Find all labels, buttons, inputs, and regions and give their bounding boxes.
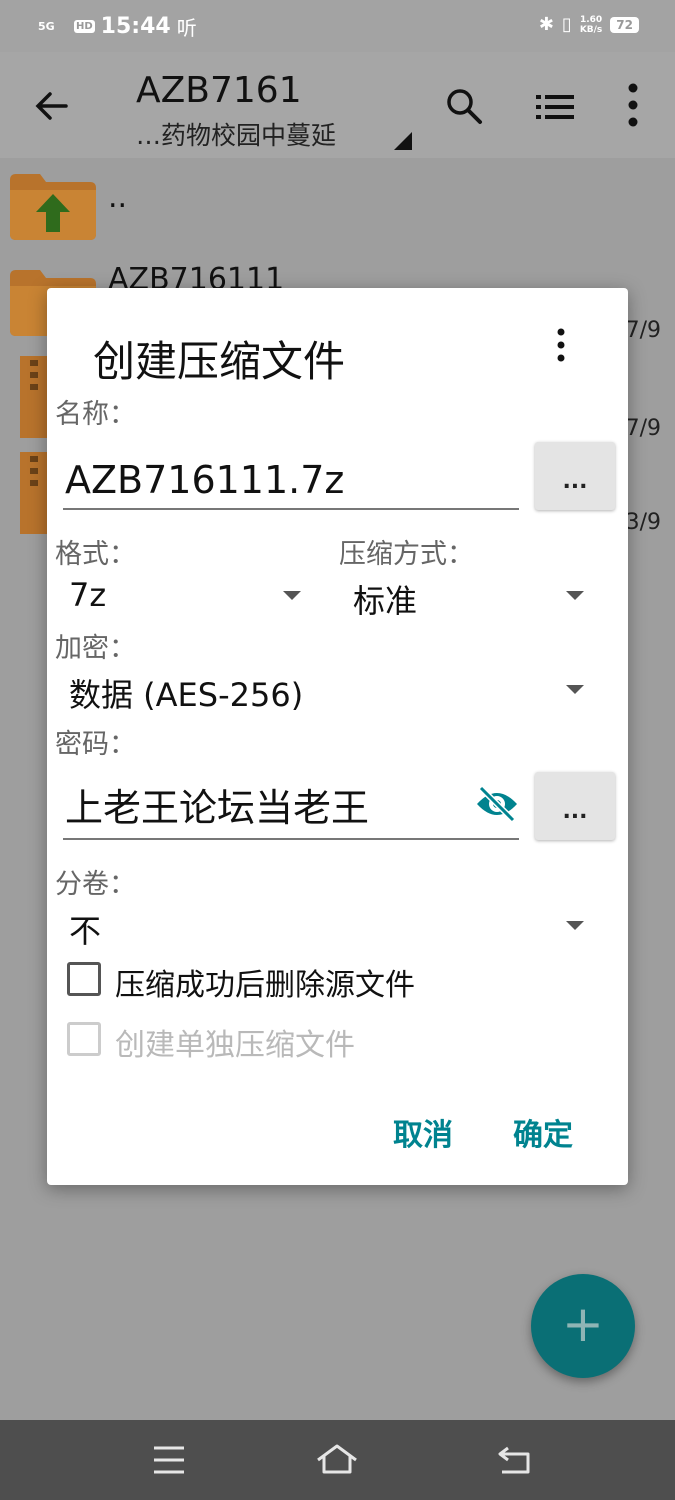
folder-path[interactable]: …药物校园中蔓延 bbox=[136, 116, 336, 152]
encryption-value: 数据 (AES-256) bbox=[69, 676, 304, 714]
status-extra: 听 bbox=[176, 16, 197, 40]
back-icon[interactable] bbox=[494, 1442, 536, 1478]
delete-source-checkbox[interactable] bbox=[67, 962, 101, 996]
password-field[interactable]: 上老王论坛当老王 bbox=[63, 766, 519, 840]
compression-label: 压缩方式： bbox=[339, 539, 474, 570]
split-label: 分卷： bbox=[55, 869, 136, 900]
vibrate-icon: ▯ bbox=[561, 14, 572, 35]
separate-archives-checkbox bbox=[67, 1022, 101, 1056]
chevron-down-icon bbox=[566, 591, 584, 600]
eye-off-icon[interactable] bbox=[475, 784, 519, 824]
chevron-down-icon bbox=[566, 685, 584, 694]
cancel-button[interactable]: 取消 bbox=[393, 1110, 453, 1154]
browse-name-button[interactable]: ... bbox=[535, 442, 615, 510]
network-speed: 1.60 KB/s bbox=[580, 15, 602, 35]
file-name: .. bbox=[108, 180, 128, 215]
network-speed-unit: KB/s bbox=[579, 24, 603, 35]
signal-indicator: 5G bbox=[38, 20, 55, 33]
split-value: 不 bbox=[69, 912, 102, 950]
clock: 15:44 bbox=[100, 14, 171, 39]
file-date: 7/9 bbox=[625, 416, 661, 441]
network-speed-value: 1.60 bbox=[579, 14, 603, 25]
home-icon[interactable] bbox=[316, 1442, 358, 1478]
chevron-down-icon bbox=[566, 921, 584, 930]
delete-source-label[interactable]: 压缩成功后删除源文件 bbox=[115, 960, 415, 1004]
password-value: 上老王论坛当老王 bbox=[65, 786, 370, 830]
password-label: 密码： bbox=[55, 729, 136, 760]
encryption-label: 加密： bbox=[55, 633, 136, 664]
name-label: 名称： bbox=[55, 399, 136, 430]
generate-password-button[interactable]: ... bbox=[535, 772, 615, 840]
name-field[interactable]: AZB716111.7z bbox=[63, 436, 519, 510]
system-nav-bar bbox=[0, 1420, 675, 1500]
folder-up-icon bbox=[10, 174, 96, 240]
add-fab-button[interactable]: + bbox=[531, 1274, 635, 1378]
file-date: 7/9 bbox=[625, 318, 661, 343]
compression-value: 标准 bbox=[353, 582, 418, 620]
format-label: 格式： bbox=[55, 539, 136, 570]
arrow-left-icon[interactable] bbox=[32, 86, 72, 126]
battery-indicator: 72 bbox=[610, 16, 639, 33]
ok-button[interactable]: 确定 bbox=[513, 1110, 573, 1154]
more-vert-icon[interactable] bbox=[551, 328, 571, 362]
search-icon[interactable] bbox=[444, 86, 484, 126]
format-value: 7z bbox=[69, 576, 107, 614]
path-dropdown-icon[interactable] bbox=[394, 132, 412, 150]
more-vert-icon[interactable] bbox=[622, 82, 644, 128]
app-toolbar: AZB7161 …药物校园中蔓延 bbox=[0, 52, 675, 158]
create-archive-dialog: 创建压缩文件 名称： AZB716111.7z ... 格式： 压缩方式： 7z… bbox=[47, 288, 628, 1185]
menu-icon[interactable] bbox=[148, 1442, 190, 1478]
folder-title: AZB7161 bbox=[136, 70, 302, 111]
file-date: 3/9 bbox=[625, 510, 661, 535]
list-item[interactable]: .. bbox=[0, 158, 675, 254]
status-bar: 5G HD 15:44 听 ✱ ▯ 1.60 KB/s 72 bbox=[0, 0, 675, 52]
hd-badge: HD bbox=[74, 20, 95, 33]
name-value: AZB716111.7z bbox=[65, 458, 345, 502]
separate-archives-label: 创建单独压缩文件 bbox=[115, 1028, 355, 1063]
list-view-icon[interactable] bbox=[536, 92, 574, 122]
dialog-title: 创建压缩文件 bbox=[93, 337, 346, 386]
chevron-down-icon bbox=[283, 591, 301, 600]
bluetooth-icon: ✱ bbox=[538, 14, 554, 35]
